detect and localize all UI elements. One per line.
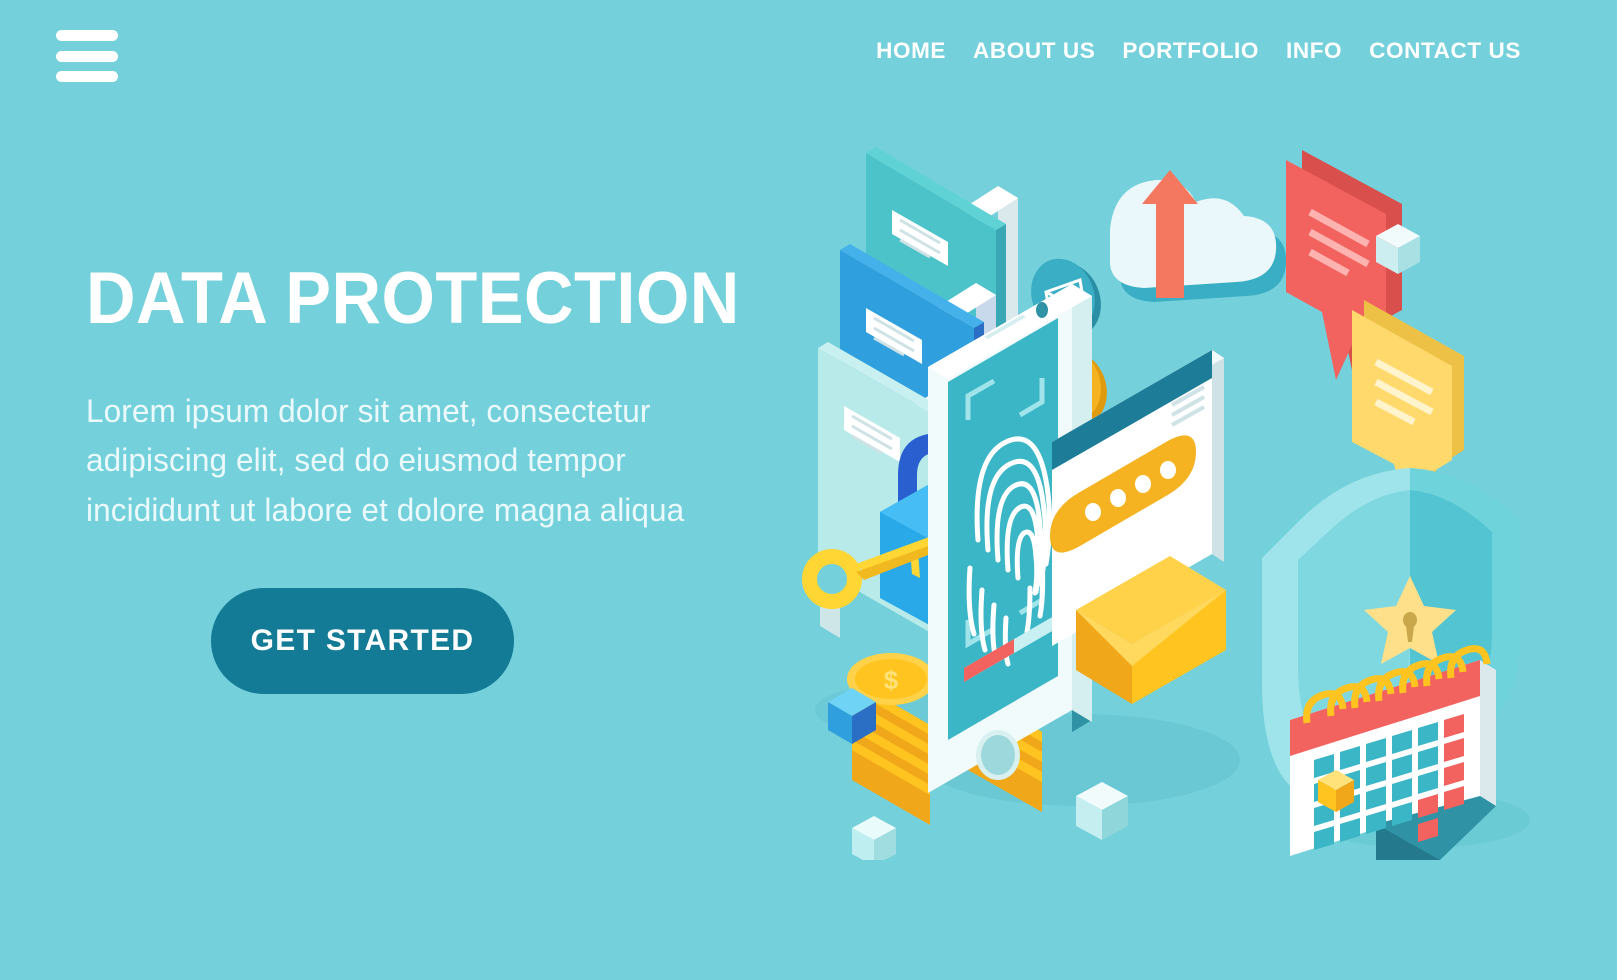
hero-copy: DATA PROTECTION Lorem ipsum dolor sit am… <box>86 258 786 695</box>
nav-link-info[interactable]: INFO <box>1286 38 1342 64</box>
nav-links: HOME ABOUT US PORTFOLIO INFO CONTACT US <box>876 38 1521 64</box>
hamburger-menu-icon[interactable] <box>56 30 118 82</box>
data-protection-illustration: $ $ $ <box>780 120 1570 860</box>
svg-text:$: $ <box>884 665 899 695</box>
cloud-upload-icon <box>1109 170 1287 302</box>
nav-link-home[interactable]: HOME <box>876 38 946 64</box>
floating-cube-mint-low <box>852 816 896 860</box>
nav-link-contact-us[interactable]: CONTACT US <box>1369 38 1521 64</box>
top-navigation-bar: HOME ABOUT US PORTFOLIO INFO CONTACT US <box>0 0 1617 110</box>
hero-paragraph: Lorem ipsum dolor sit amet, consectetur … <box>86 393 685 528</box>
get-started-button[interactable]: GET STARTED <box>211 588 514 695</box>
page-title: DATA PROTECTION <box>86 258 740 339</box>
nav-link-about-us[interactable]: ABOUT US <box>973 38 1095 64</box>
hamburger-bar-2 <box>56 50 118 62</box>
nav-link-portfolio[interactable]: PORTFOLIO <box>1122 38 1259 64</box>
hamburger-bar-1 <box>56 30 118 41</box>
hamburger-bar-3 <box>56 71 118 82</box>
